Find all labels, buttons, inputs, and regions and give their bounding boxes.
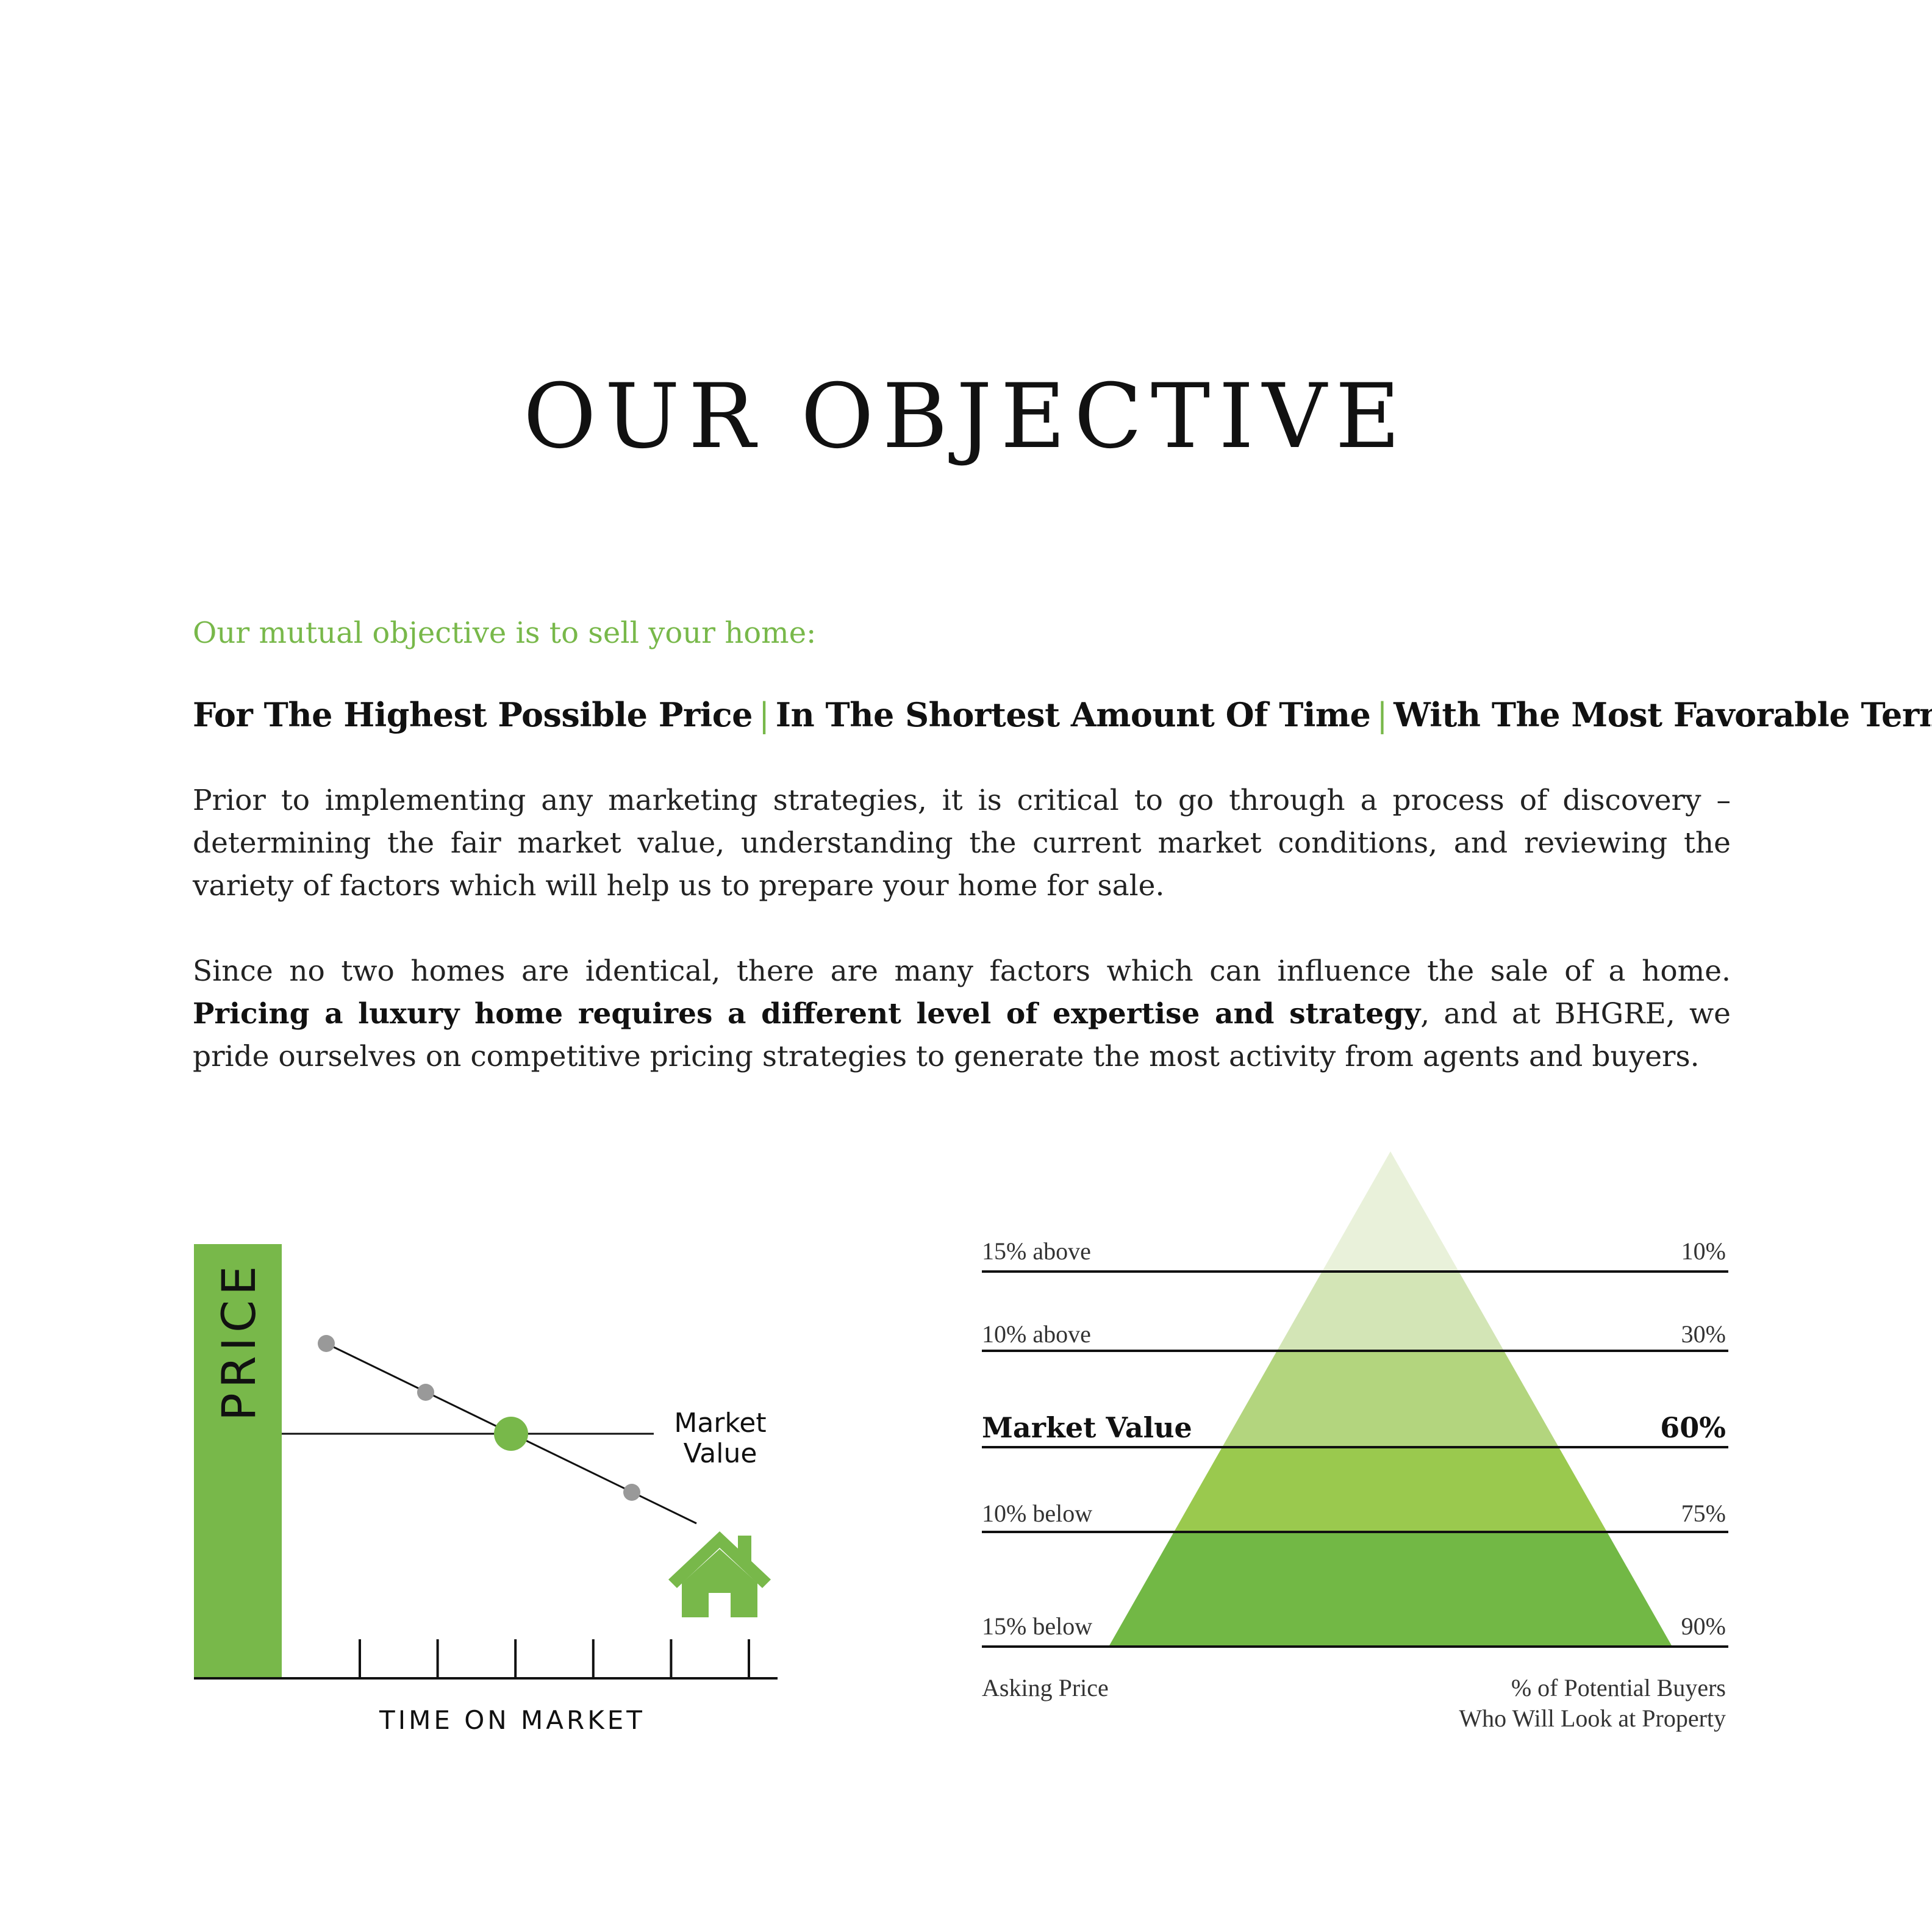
pyramid-band xyxy=(1276,1272,1504,1351)
buyers-axis-label: % of Potential Buyers xyxy=(1511,1674,1726,1701)
buyers-percent-label: 10% xyxy=(1681,1237,1726,1265)
buyer-pyramid-chart xyxy=(982,1151,1728,1648)
asking-price-label: 15% above xyxy=(982,1237,1091,1265)
pyramid-band xyxy=(1222,1351,1559,1447)
pyramid-band xyxy=(1322,1151,1459,1272)
asking-price-label: 10% below xyxy=(982,1500,1093,1527)
buyers-axis-label: Who Will Look at Property xyxy=(1459,1705,1726,1732)
pyramid-band xyxy=(1173,1447,1608,1532)
buyers-percent-label: 60% xyxy=(1660,1411,1726,1444)
asking-price-label: 15% below xyxy=(982,1612,1093,1640)
asking-price-axis-label: Asking Price xyxy=(982,1674,1109,1701)
buyers-percent-label: 75% xyxy=(1681,1500,1726,1527)
buyers-percent-label: 30% xyxy=(1681,1320,1726,1348)
pyramid-bands xyxy=(1109,1151,1672,1647)
asking-price-label: Market Value xyxy=(982,1411,1192,1444)
buyers-percent-label: 90% xyxy=(1681,1612,1726,1640)
asking-price-label: 10% above xyxy=(982,1320,1091,1348)
pyramid-band xyxy=(1109,1532,1672,1647)
